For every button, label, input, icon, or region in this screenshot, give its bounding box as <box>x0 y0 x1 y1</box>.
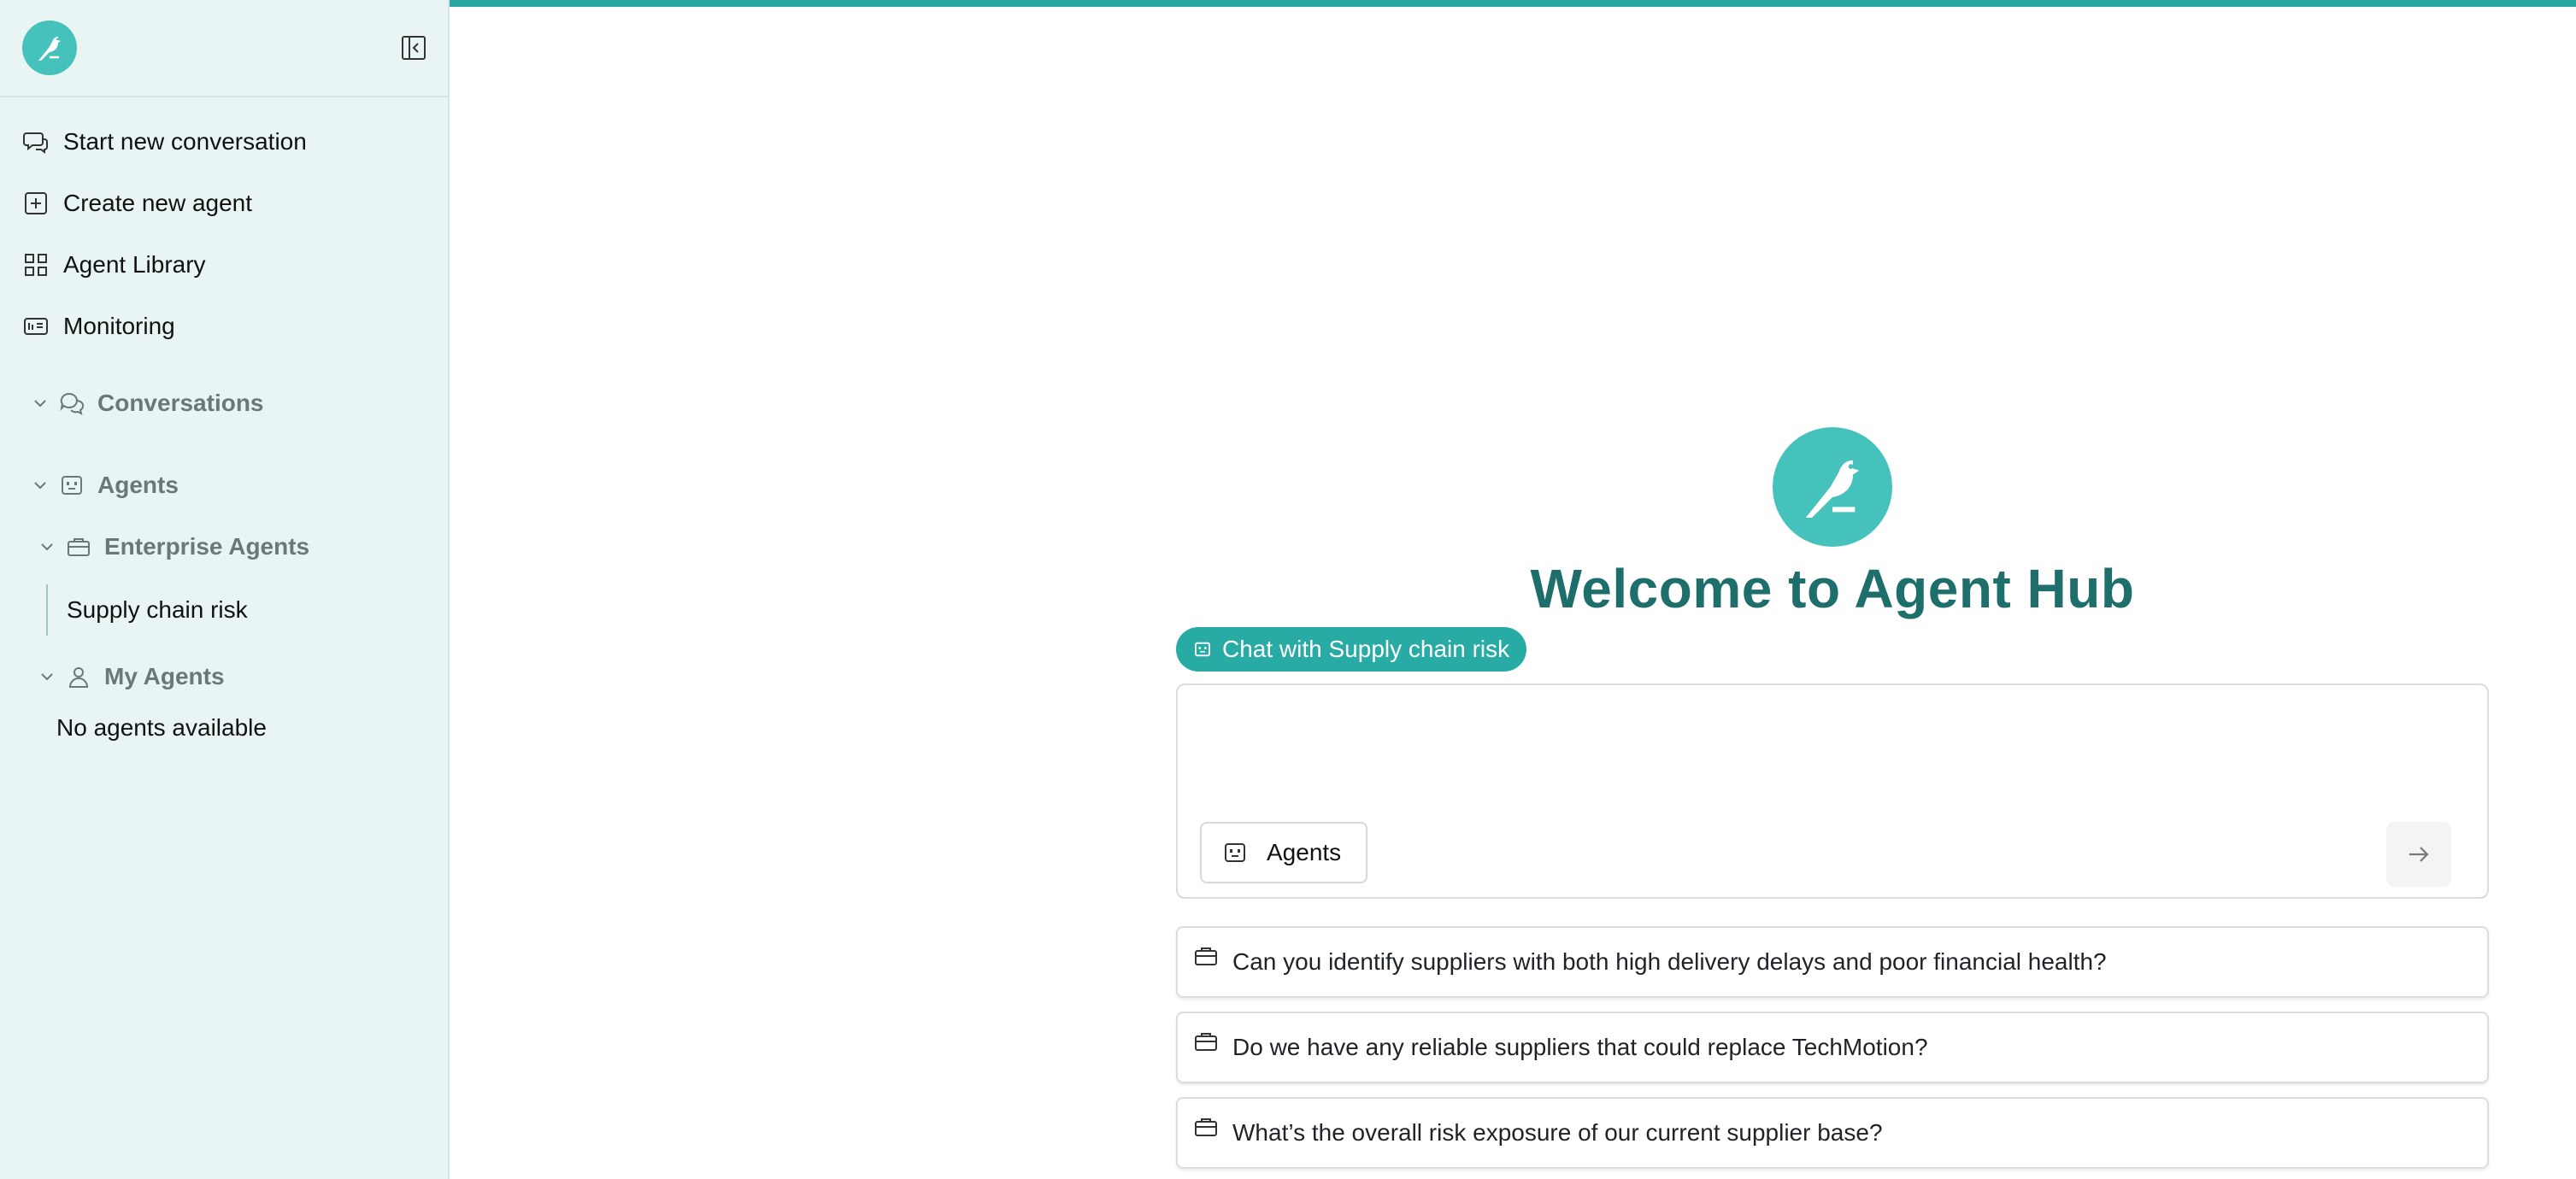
suggestion-text: Do we have any reliable suppliers that c… <box>1232 1034 1928 1060</box>
section-enterprise-agents[interactable]: Enterprise Agents <box>38 533 309 560</box>
bird-icon <box>1805 460 1860 518</box>
section-label: My Agents <box>104 663 225 689</box>
section-label: Conversations <box>97 390 264 416</box>
robot-icon <box>1193 639 1214 660</box>
new-chat-icon <box>22 128 50 155</box>
agent-library[interactable]: Agent Library <box>22 241 206 289</box>
nav-label: Create new agent <box>63 190 253 216</box>
chat-input-box: Agents <box>1176 683 2489 899</box>
section-conversations[interactable]: Conversations <box>31 390 264 417</box>
agents-button-label: Agents <box>1267 839 1342 865</box>
hero-logo <box>1773 427 1892 547</box>
app-logo[interactable] <box>22 21 77 75</box>
suggestion-item[interactable]: Can you identify suppliers with both hig… <box>1176 926 2489 998</box>
collapse-sidebar-button[interactable] <box>400 34 427 62</box>
grid-icon <box>22 251 50 279</box>
briefcase-icon <box>1193 942 1220 970</box>
chat-with-agent-chip[interactable]: Chat with Supply chain risk <box>1176 627 1527 672</box>
nav-label: Start new conversation <box>63 128 307 155</box>
top-progress-bar <box>450 0 2576 7</box>
send-button[interactable] <box>2386 822 2451 887</box>
briefcase-icon <box>65 533 92 560</box>
create-new-agent[interactable]: Create new agent <box>22 179 252 227</box>
my-agents-empty-text: No agents available <box>56 714 267 741</box>
chat-bubbles-icon <box>58 390 85 417</box>
chevron-down-icon <box>41 543 53 551</box>
arrow-right-icon <box>2409 847 2429 862</box>
chevron-down-icon <box>34 482 46 490</box>
suggestion-item[interactable]: What’s the overall risk exposure of our … <box>1176 1097 2489 1169</box>
nav-label: Agent Library <box>63 251 206 278</box>
section-label: Agents <box>97 472 179 498</box>
robot-icon <box>58 472 85 499</box>
agents-button[interactable]: Agents <box>1200 822 1367 883</box>
monitoring-icon <box>22 313 50 340</box>
chevron-down-icon <box>34 400 46 408</box>
chip-label: Chat with Supply chain risk <box>1222 636 1510 662</box>
suggestion-item[interactable]: Do we have any reliable suppliers that c… <box>1176 1012 2489 1083</box>
bird-icon <box>38 37 61 61</box>
start-new-conversation[interactable]: Start new conversation <box>22 118 307 166</box>
robot-icon <box>1222 839 1250 866</box>
sidebar: Start new conversation Create new agent … <box>0 0 450 1179</box>
briefcase-icon <box>1193 1028 1220 1055</box>
section-agents[interactable]: Agents <box>31 472 179 499</box>
briefcase-icon <box>1193 1113 1220 1141</box>
section-label: Enterprise Agents <box>104 533 310 560</box>
chevron-down-icon <box>41 673 53 681</box>
suggestion-text: Can you identify suppliers with both hig… <box>1232 948 2107 975</box>
suggestion-text: What’s the overall risk exposure of our … <box>1232 1119 1883 1146</box>
plus-square-icon <box>22 190 50 217</box>
welcome-title: Welcome to Agent Hub <box>1530 558 2135 619</box>
agent-item-supply-chain-risk[interactable]: Supply chain risk <box>46 584 248 636</box>
sidebar-header <box>0 0 448 97</box>
chat-input[interactable] <box>1198 699 2398 805</box>
nav-label: Monitoring <box>63 313 175 339</box>
monitoring[interactable]: Monitoring <box>22 302 175 350</box>
user-icon <box>65 663 92 690</box>
agent-item-label: Supply chain risk <box>67 596 248 623</box>
section-my-agents[interactable]: My Agents <box>38 663 225 690</box>
sidebar-collapse-icon <box>402 36 426 60</box>
